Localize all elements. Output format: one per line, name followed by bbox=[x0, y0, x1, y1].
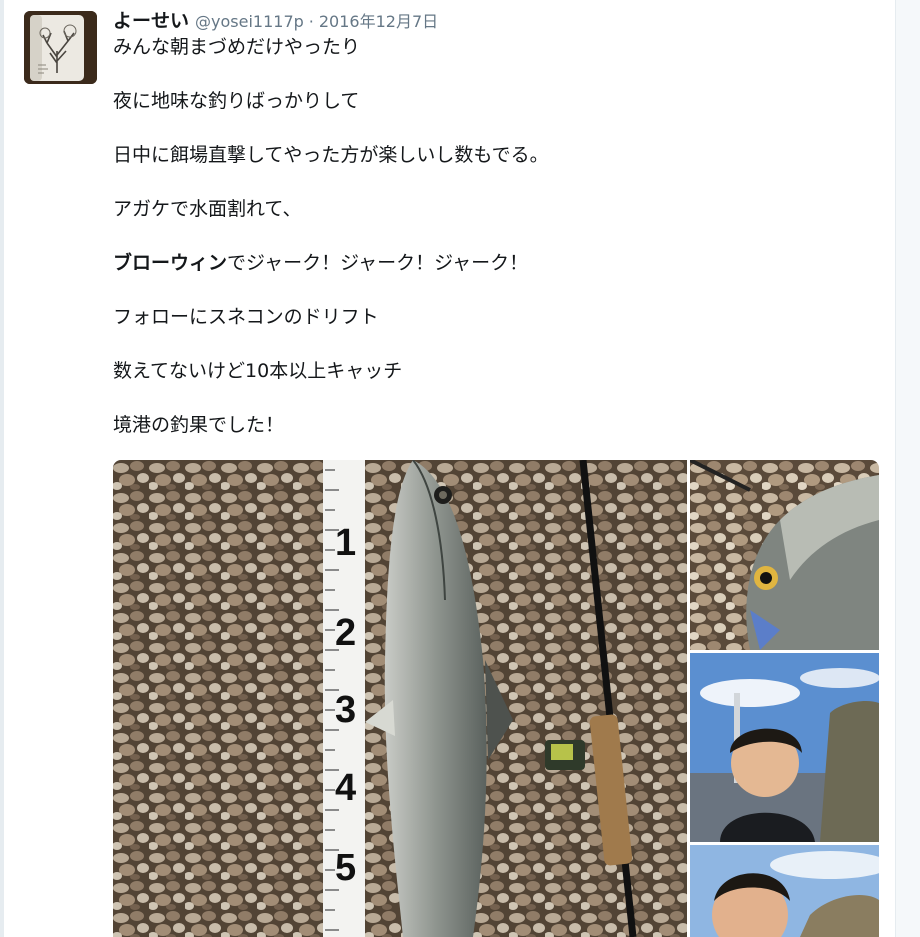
media-grid: 1 2 3 4 5 bbox=[113, 460, 879, 937]
photo-angler-portrait[interactable] bbox=[690, 845, 879, 937]
user-avatar[interactable] bbox=[24, 11, 97, 84]
avatar-image bbox=[24, 11, 97, 84]
display-name[interactable]: よーせい bbox=[113, 6, 189, 33]
tweet-line-rest: でジャーク！ジャーク！ジャーク！ bbox=[227, 252, 529, 274]
tweet-line: 夜に地味な釣りばっかりして bbox=[113, 90, 360, 112]
user-handle[interactable]: @yosei1117p bbox=[195, 12, 304, 31]
tweet-line: 境港の釣果でした！ bbox=[113, 414, 285, 436]
tweet-text: みんな朝まづめだけやったり 夜に地味な釣りばっかりして 日中に餌場直撃してやった… bbox=[113, 34, 883, 466]
tweet-line: みんな朝まづめだけやったり bbox=[113, 36, 361, 58]
ruler-digit: 5 bbox=[335, 847, 356, 889]
ruler-digit: 4 bbox=[335, 767, 356, 809]
tweet-line: 日中に餌場直撃してやった方が楽しいし数もでる。 bbox=[113, 144, 549, 166]
ruler-digit: 3 bbox=[335, 689, 356, 731]
photo-fish-head[interactable] bbox=[690, 460, 879, 650]
tweet-bold-word: ブローウィン bbox=[113, 252, 228, 274]
tweet-date[interactable]: 2016年12月7日 bbox=[319, 8, 438, 32]
ruler-digit: 2 bbox=[335, 612, 356, 654]
tweet-line: フォローにスネコンのドリフト bbox=[113, 306, 379, 328]
ruler-digit: 1 bbox=[335, 522, 356, 564]
timeline-right-gutter bbox=[895, 0, 920, 937]
tweet-line: 数えてないけど10本以上キャッチ bbox=[113, 360, 403, 382]
header-separator: · bbox=[308, 12, 314, 31]
tweet-header: よーせい @yosei1117p · 2016年12月7日 bbox=[113, 6, 438, 34]
tweet-line: ブローウィンでジャーク！ジャーク！ジャーク！ bbox=[113, 250, 883, 277]
timeline-left-border bbox=[0, 0, 4, 937]
tweet-line: アガケで水面割れて、 bbox=[113, 198, 302, 220]
photo-fish-on-shells[interactable]: 1 2 3 4 5 bbox=[113, 460, 687, 937]
photo-angler-with-fish[interactable] bbox=[690, 653, 879, 842]
